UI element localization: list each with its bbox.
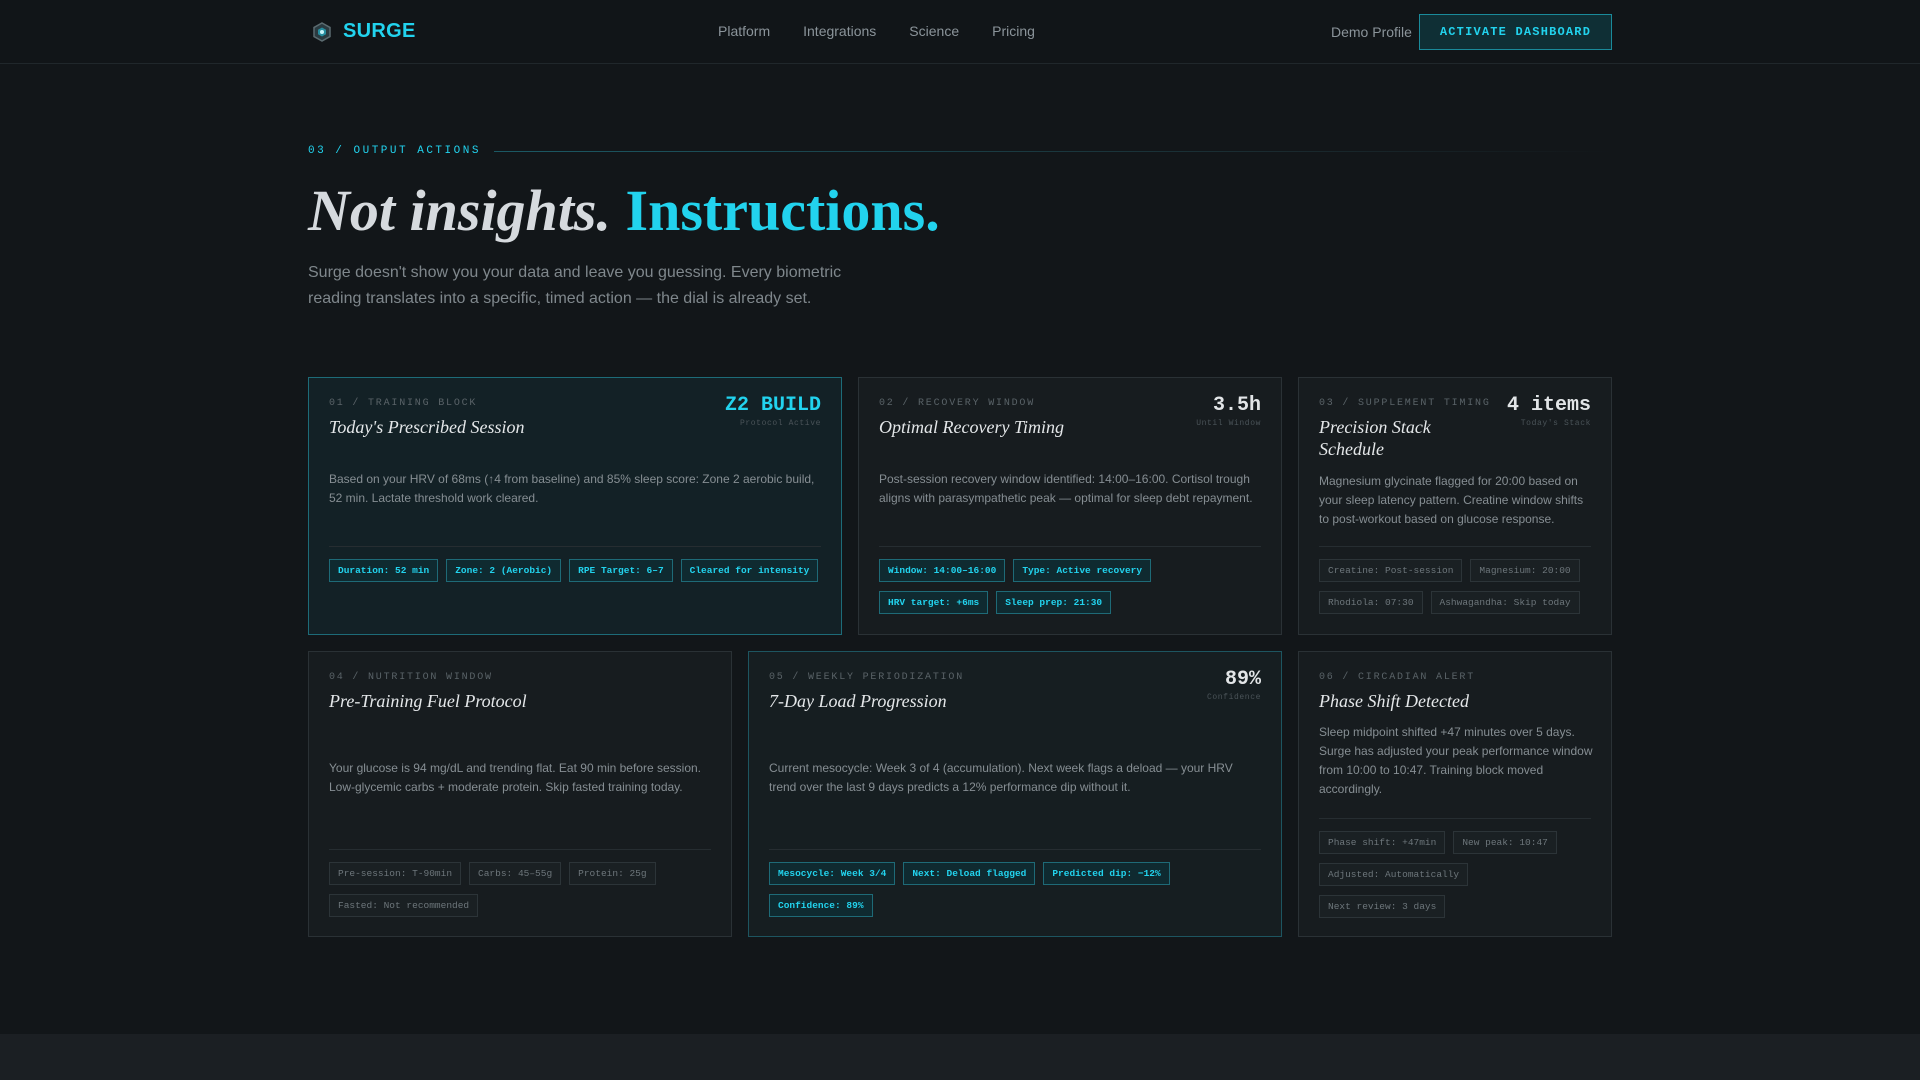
stat-value: Z2 BUILD	[724, 394, 821, 417]
tag: Sleep prep: 21:30	[996, 591, 1112, 614]
stat-label: Confidence	[1206, 693, 1261, 702]
activate-dashboard-button[interactable]: ACTIVATE DASHBOARD	[1419, 14, 1612, 50]
card-nutrition-window[interactable]: 04 / NUTRITION WINDOW Pre-Training Fuel …	[308, 651, 732, 937]
stat-value: 4 items	[1506, 394, 1591, 417]
card-title: Pre-Training Fuel Protocol	[329, 691, 527, 711]
top-nav: SURGE Platform Integrations Science Pric…	[0, 0, 1920, 64]
tag: Magnesium: 20:00	[1470, 559, 1580, 582]
tag: Protein: 25g	[569, 862, 656, 885]
card-meta: 02 / RECOVERY WINDOW	[879, 398, 1036, 409]
tag-list: Phase shift: +47min New peak: 10:47 Adju…	[1319, 831, 1591, 918]
tag: Next review: 3 days	[1319, 895, 1446, 918]
card-description: Post-session recovery window identified:…	[879, 472, 1253, 505]
card-title: Precision Stack Schedule	[1319, 417, 1431, 459]
hexagon-logo-icon	[313, 21, 331, 42]
tag-list: Creatine: Post-session Magnesium: 20:00 …	[1319, 559, 1591, 614]
tag: Creatine: Post-session	[1319, 559, 1463, 582]
card-description: Based on your HRV of 68ms (↑4 from basel…	[329, 472, 815, 505]
card-title: Optimal Recovery Timing	[879, 417, 1064, 437]
tag-list: Mesocycle: Week 3/4 Next: Deload flagged…	[769, 862, 1261, 917]
card-supplement-timing[interactable]: 03 / SUPPLEMENT TIMING Precision Stack S…	[1298, 377, 1612, 635]
card-circadian-alert[interactable]: 06 / CIRCADIAN ALERT Phase Shift Detecte…	[1298, 651, 1612, 937]
tag: Fasted: Not recommended	[329, 894, 479, 917]
card-divider	[1319, 818, 1591, 819]
card-title: 7-Day Load Progression	[769, 691, 947, 711]
stat-label: Until Window	[1196, 419, 1261, 428]
stat-value: 3.5h	[1212, 394, 1261, 417]
card-description: Magnesium glycinate flagged for 20:00 ba…	[1319, 474, 1584, 526]
nav-link-science[interactable]: Science	[909, 23, 959, 39]
tag-list: Duration: 52 min Zone: 2 (Aerobic) RPE T…	[329, 559, 821, 582]
card-divider	[879, 546, 1261, 547]
tag: Rhodiola: 07:30	[1319, 591, 1423, 614]
tag: RPE Target: 6–7	[569, 559, 673, 582]
tag-list: Pre-session: T-90min Carbs: 45–55g Prote…	[329, 862, 711, 917]
eyebrow-divider	[493, 150, 1612, 152]
card-meta: 01 / TRAINING BLOCK	[329, 398, 478, 409]
card-divider	[329, 546, 821, 547]
card-divider	[329, 849, 711, 850]
stat-value: 89%	[1224, 668, 1261, 691]
card-meta: 04 / NUTRITION WINDOW	[329, 672, 493, 683]
card-training-block[interactable]: 01 / TRAINING BLOCK Today's Prescribed S…	[308, 377, 842, 635]
tag: Mesocycle: Week 3/4	[769, 862, 896, 885]
card-recovery-window[interactable]: 02 / RECOVERY WINDOW Optimal Recovery Ti…	[858, 377, 1282, 635]
tag: Confidence: 89%	[769, 894, 873, 917]
brand-logo[interactable]: SURGE	[311, 20, 416, 43]
card-meta: 06 / CIRCADIAN ALERT	[1319, 672, 1476, 683]
tag: Next: Deload flagged	[903, 862, 1036, 885]
tag: HRV target: +6ms	[879, 591, 989, 614]
card-description: Sleep midpoint shifted +47 minutes over …	[1319, 725, 1593, 796]
card-divider	[1319, 546, 1591, 547]
footer-band	[0, 1034, 1920, 1080]
demo-profile-link[interactable]: Demo Profile	[1331, 24, 1412, 40]
nav-link-integrations[interactable]: Integrations	[803, 23, 876, 39]
tag: Carbs: 45–55g	[469, 862, 562, 885]
card-description: Your glucose is 94 mg/dL and trending fl…	[329, 761, 702, 794]
tag: Zone: 2 (Aerobic)	[446, 559, 562, 582]
headline-italic: Not insights.	[308, 178, 611, 243]
tag: Cleared for intensity	[680, 559, 819, 582]
nav-link-platform[interactable]: Platform	[718, 23, 770, 39]
section-headline: Not insights. Instructions.	[308, 176, 940, 246]
tag: Pre-session: T-90min	[329, 862, 462, 885]
headline-accent: Instructions.	[625, 178, 940, 243]
card-stat: 3.5h Until Window	[1196, 394, 1261, 428]
card-weekly-periodization[interactable]: 05 / WEEKLY PERIODIZATION 7-Day Load Pro…	[748, 651, 1282, 937]
tag: New peak: 10:47	[1453, 831, 1557, 854]
nav-link-pricing[interactable]: Pricing	[992, 23, 1035, 39]
section-eyebrow: 03 / OUTPUT ACTIONS	[308, 145, 1612, 157]
card-title: Today's Prescribed Session	[329, 417, 525, 437]
nav-links: Platform Integrations Science Pricing	[718, 23, 1035, 39]
tag-list: Window: 14:00–16:00 Type: Active recover…	[879, 559, 1261, 614]
tag: Adjusted: Automatically	[1319, 863, 1469, 886]
card-stat: 4 items Today's Stack	[1507, 394, 1591, 428]
card-stat: 89% Confidence	[1207, 668, 1261, 702]
stat-label: Protocol Active	[739, 419, 821, 428]
tag: Type: Active recovery	[1013, 559, 1152, 582]
card-meta: 05 / WEEKLY PERIODIZATION	[769, 672, 965, 683]
card-divider	[769, 849, 1261, 850]
card-title: Phase Shift Detected	[1319, 691, 1469, 711]
tag: Ashwagandha: Skip today	[1430, 591, 1580, 614]
card-stat: Z2 BUILD Protocol Active	[725, 394, 821, 428]
tag: Predicted dip: −12%	[1043, 862, 1170, 885]
brand-name: SURGE	[343, 20, 416, 42]
tag: Phase shift: +47min	[1319, 831, 1446, 854]
card-meta: 03 / SUPPLEMENT TIMING	[1319, 398, 1491, 409]
tag: Window: 14:00–16:00	[879, 559, 1006, 582]
eyebrow-label: 03 / OUTPUT ACTIONS	[308, 145, 481, 157]
card-description: Current mesocycle: Week 3 of 4 (accumula…	[769, 761, 1233, 794]
stat-label: Today's Stack	[1520, 419, 1591, 428]
section-lede: Surge doesn't show you your data and lea…	[308, 264, 842, 307]
tag: Duration: 52 min	[329, 559, 439, 582]
